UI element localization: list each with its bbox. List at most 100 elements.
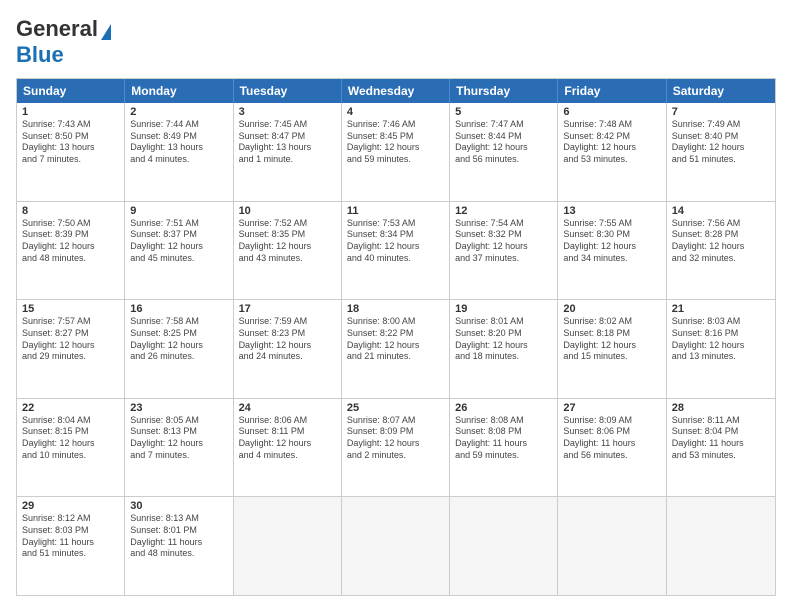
day-number: 19 [455,303,552,315]
day-number: 24 [239,402,336,414]
day-info: Sunrise: 7:44 AM Sunset: 8:49 PM Dayligh… [130,119,227,166]
day-info: Sunrise: 7:45 AM Sunset: 8:47 PM Dayligh… [239,119,336,166]
calendar-day-20: 20Sunrise: 8:02 AM Sunset: 8:18 PM Dayli… [558,300,666,398]
day-number: 20 [563,303,660,315]
calendar-day-18: 18Sunrise: 8:00 AM Sunset: 8:22 PM Dayli… [342,300,450,398]
calendar-day-3: 3Sunrise: 7:45 AM Sunset: 8:47 PM Daylig… [234,103,342,201]
day-number: 16 [130,303,227,315]
day-number: 6 [563,106,660,118]
day-info: Sunrise: 7:59 AM Sunset: 8:23 PM Dayligh… [239,316,336,363]
day-info: Sunrise: 8:02 AM Sunset: 8:18 PM Dayligh… [563,316,660,363]
calendar-day-11: 11Sunrise: 7:53 AM Sunset: 8:34 PM Dayli… [342,202,450,300]
day-info: Sunrise: 7:47 AM Sunset: 8:44 PM Dayligh… [455,119,552,166]
calendar-day-24: 24Sunrise: 8:06 AM Sunset: 8:11 PM Dayli… [234,399,342,497]
day-info: Sunrise: 7:52 AM Sunset: 8:35 PM Dayligh… [239,218,336,265]
header-cell-thursday: Thursday [450,79,558,103]
day-number: 9 [130,205,227,217]
logo-general: General [16,16,98,42]
day-info: Sunrise: 7:56 AM Sunset: 8:28 PM Dayligh… [672,218,770,265]
calendar-empty-cell [342,497,450,595]
day-info: Sunrise: 7:49 AM Sunset: 8:40 PM Dayligh… [672,119,770,166]
day-number: 8 [22,205,119,217]
calendar-day-4: 4Sunrise: 7:46 AM Sunset: 8:45 PM Daylig… [342,103,450,201]
day-number: 10 [239,205,336,217]
day-info: Sunrise: 8:09 AM Sunset: 8:06 PM Dayligh… [563,415,660,462]
header-cell-friday: Friday [558,79,666,103]
day-number: 21 [672,303,770,315]
day-number: 23 [130,402,227,414]
calendar-day-15: 15Sunrise: 7:57 AM Sunset: 8:27 PM Dayli… [17,300,125,398]
day-info: Sunrise: 7:51 AM Sunset: 8:37 PM Dayligh… [130,218,227,265]
calendar-day-22: 22Sunrise: 8:04 AM Sunset: 8:15 PM Dayli… [17,399,125,497]
day-number: 14 [672,205,770,217]
day-info: Sunrise: 8:07 AM Sunset: 8:09 PM Dayligh… [347,415,444,462]
day-number: 11 [347,205,444,217]
calendar-day-2: 2Sunrise: 7:44 AM Sunset: 8:49 PM Daylig… [125,103,233,201]
day-number: 26 [455,402,552,414]
logo: General Blue [16,16,111,68]
calendar-day-8: 8Sunrise: 7:50 AM Sunset: 8:39 PM Daylig… [17,202,125,300]
calendar: SundayMondayTuesdayWednesdayThursdayFrid… [16,78,776,596]
day-info: Sunrise: 8:06 AM Sunset: 8:11 PM Dayligh… [239,415,336,462]
day-number: 22 [22,402,119,414]
day-info: Sunrise: 8:05 AM Sunset: 8:13 PM Dayligh… [130,415,227,462]
calendar-day-17: 17Sunrise: 7:59 AM Sunset: 8:23 PM Dayli… [234,300,342,398]
day-number: 3 [239,106,336,118]
header-cell-wednesday: Wednesday [342,79,450,103]
day-number: 18 [347,303,444,315]
day-number: 13 [563,205,660,217]
calendar-empty-cell [450,497,558,595]
day-number: 28 [672,402,770,414]
calendar-day-5: 5Sunrise: 7:47 AM Sunset: 8:44 PM Daylig… [450,103,558,201]
calendar-empty-cell [558,497,666,595]
calendar-day-30: 30Sunrise: 8:13 AM Sunset: 8:01 PM Dayli… [125,497,233,595]
calendar-day-29: 29Sunrise: 8:12 AM Sunset: 8:03 PM Dayli… [17,497,125,595]
calendar-day-9: 9Sunrise: 7:51 AM Sunset: 8:37 PM Daylig… [125,202,233,300]
calendar-empty-cell [234,497,342,595]
logo-blue: Blue [16,42,64,68]
day-info: Sunrise: 7:58 AM Sunset: 8:25 PM Dayligh… [130,316,227,363]
header-cell-saturday: Saturday [667,79,775,103]
calendar-week-2: 8Sunrise: 7:50 AM Sunset: 8:39 PM Daylig… [17,202,775,301]
day-number: 29 [22,500,119,512]
day-number: 12 [455,205,552,217]
calendar-body: 1Sunrise: 7:43 AM Sunset: 8:50 PM Daylig… [17,103,775,595]
header-cell-sunday: Sunday [17,79,125,103]
calendar-day-26: 26Sunrise: 8:08 AM Sunset: 8:08 PM Dayli… [450,399,558,497]
day-number: 5 [455,106,552,118]
calendar-week-5: 29Sunrise: 8:12 AM Sunset: 8:03 PM Dayli… [17,497,775,595]
day-info: Sunrise: 8:01 AM Sunset: 8:20 PM Dayligh… [455,316,552,363]
day-info: Sunrise: 8:04 AM Sunset: 8:15 PM Dayligh… [22,415,119,462]
calendar-day-25: 25Sunrise: 8:07 AM Sunset: 8:09 PM Dayli… [342,399,450,497]
calendar-day-16: 16Sunrise: 7:58 AM Sunset: 8:25 PM Dayli… [125,300,233,398]
day-number: 17 [239,303,336,315]
logo-triangle-icon [101,24,111,40]
calendar-week-1: 1Sunrise: 7:43 AM Sunset: 8:50 PM Daylig… [17,103,775,202]
calendar-empty-cell [667,497,775,595]
header-cell-monday: Monday [125,79,233,103]
calendar-day-10: 10Sunrise: 7:52 AM Sunset: 8:35 PM Dayli… [234,202,342,300]
day-info: Sunrise: 7:55 AM Sunset: 8:30 PM Dayligh… [563,218,660,265]
day-number: 1 [22,106,119,118]
day-info: Sunrise: 7:54 AM Sunset: 8:32 PM Dayligh… [455,218,552,265]
day-info: Sunrise: 8:13 AM Sunset: 8:01 PM Dayligh… [130,513,227,560]
calendar-day-7: 7Sunrise: 7:49 AM Sunset: 8:40 PM Daylig… [667,103,775,201]
calendar-day-28: 28Sunrise: 8:11 AM Sunset: 8:04 PM Dayli… [667,399,775,497]
day-info: Sunrise: 8:08 AM Sunset: 8:08 PM Dayligh… [455,415,552,462]
day-info: Sunrise: 8:00 AM Sunset: 8:22 PM Dayligh… [347,316,444,363]
calendar-day-23: 23Sunrise: 8:05 AM Sunset: 8:13 PM Dayli… [125,399,233,497]
day-info: Sunrise: 7:53 AM Sunset: 8:34 PM Dayligh… [347,218,444,265]
day-number: 7 [672,106,770,118]
calendar-day-1: 1Sunrise: 7:43 AM Sunset: 8:50 PM Daylig… [17,103,125,201]
calendar-day-13: 13Sunrise: 7:55 AM Sunset: 8:30 PM Dayli… [558,202,666,300]
day-info: Sunrise: 7:57 AM Sunset: 8:27 PM Dayligh… [22,316,119,363]
day-info: Sunrise: 7:46 AM Sunset: 8:45 PM Dayligh… [347,119,444,166]
page-header: General Blue [16,16,776,68]
header-cell-tuesday: Tuesday [234,79,342,103]
day-info: Sunrise: 7:50 AM Sunset: 8:39 PM Dayligh… [22,218,119,265]
day-info: Sunrise: 7:43 AM Sunset: 8:50 PM Dayligh… [22,119,119,166]
day-info: Sunrise: 8:11 AM Sunset: 8:04 PM Dayligh… [672,415,770,462]
calendar-header: SundayMondayTuesdayWednesdayThursdayFrid… [17,79,775,103]
day-number: 2 [130,106,227,118]
day-number: 4 [347,106,444,118]
